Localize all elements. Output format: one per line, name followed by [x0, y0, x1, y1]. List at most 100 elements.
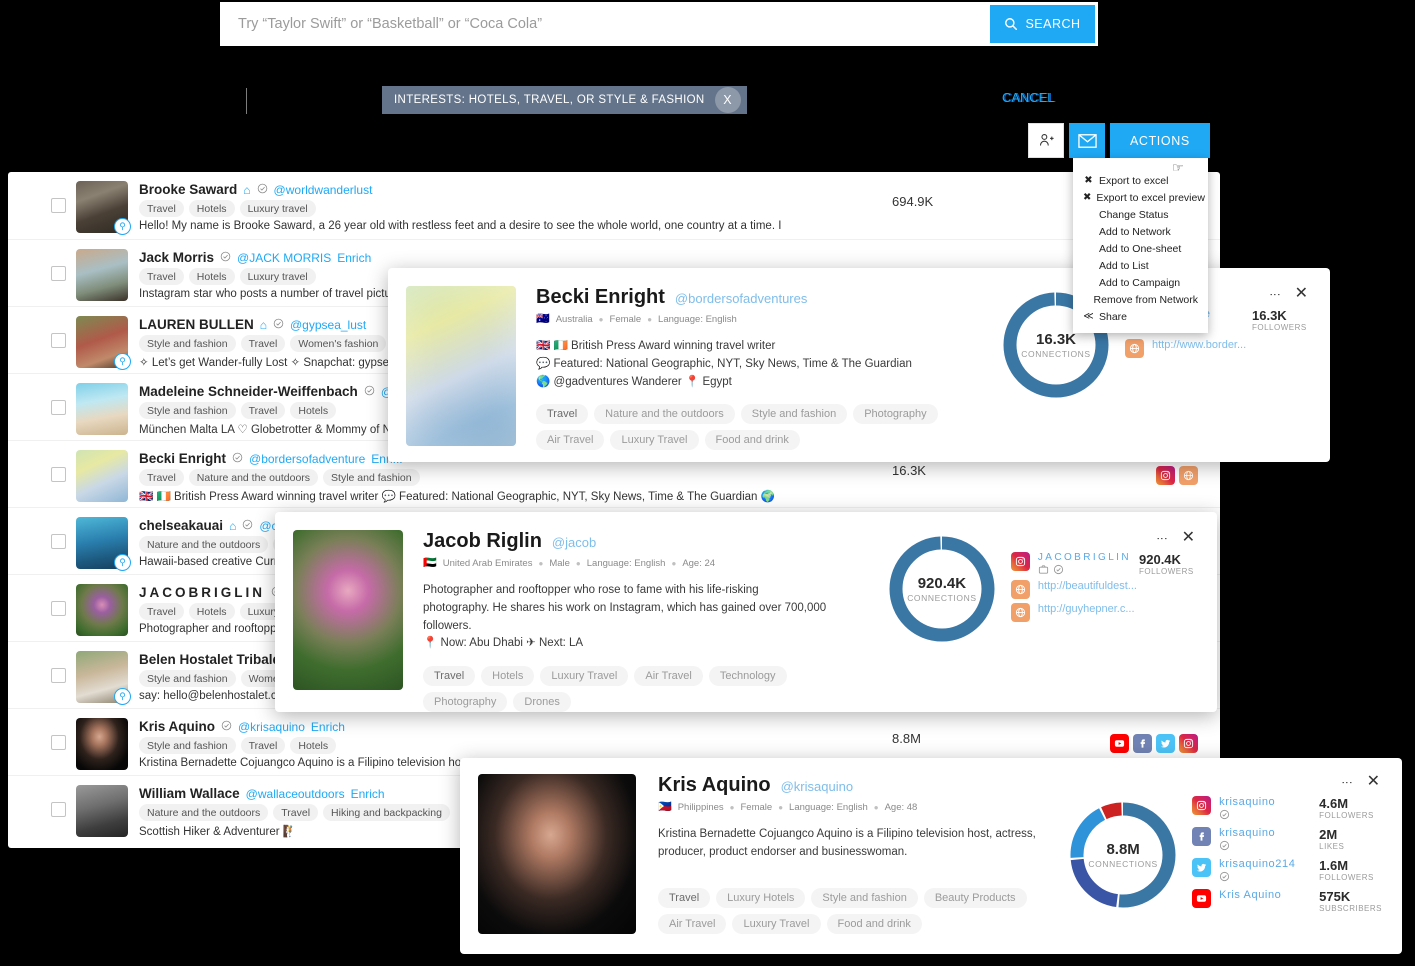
add-user-button[interactable] [1028, 123, 1064, 158]
row-name-line: Brooke Saward ⌂ @worldwanderlust [139, 182, 1220, 197]
profile-social-stats: ⋮ ✕ krisaquino 4.6M FOLLOWERS krisaquino 2M L… [1192, 774, 1382, 934]
search-button[interactable]: SEARCH [990, 5, 1095, 43]
row-handle[interactable]: @gypsea_lust [290, 318, 366, 332]
profile-handle[interactable]: @bordersofadventures [675, 291, 807, 306]
search-profile-icon[interactable]: ⚲ [114, 688, 131, 705]
profile-handle[interactable]: @jacob [552, 535, 596, 550]
interest-tag: Travel [658, 887, 711, 908]
avatar [76, 249, 128, 301]
social-username[interactable]: JACOBRIGLIN [1038, 552, 1131, 563]
youtube-icon[interactable] [1110, 734, 1129, 753]
row-checkbox[interactable] [51, 198, 66, 213]
interest-tag: Drones [513, 692, 571, 713]
close-icon[interactable]: ✕ [1367, 774, 1380, 790]
row-profile-name: Belen Hostalet Tribaldos [139, 652, 297, 667]
tag: Nature and the outdoors [139, 536, 269, 553]
menu-item-add-to-network[interactable]: Add to Network [1073, 223, 1208, 240]
instagram-icon[interactable] [1010, 552, 1030, 571]
social-metric-value: 575K [1319, 889, 1351, 904]
enrich-link[interactable]: Enrich [337, 251, 371, 265]
row-tags: Travel Hotels Luxury travel [139, 200, 1220, 217]
menu-item-remove-from-network[interactable]: Remove from Network [1073, 291, 1208, 308]
filter-chip-remove-icon[interactable]: X [714, 87, 741, 113]
profile-website-link[interactable]: http://www.border... [1152, 339, 1246, 351]
table-row[interactable]: ⚲ Brooke Saward ⌂ @worldwanderlust Travel Hot… [8, 172, 1220, 239]
menu-item-export-to-excel[interactable]: ✖ Export to excel [1073, 172, 1208, 189]
profile-social-stats: ⋮ ✕ JACOBRIGLIN 920.4K FOLLOWERS http://be… [1010, 530, 1197, 712]
close-icon[interactable]: ✕ [1295, 286, 1308, 302]
row-checkbox[interactable] [51, 400, 66, 415]
instagram-icon[interactable] [1156, 466, 1175, 485]
menu-item-add-to-one-sheet[interactable]: Add to One-sheet [1073, 240, 1208, 257]
instagram-icon[interactable] [1179, 734, 1198, 753]
meta-separator: ● [671, 559, 677, 568]
profile-handle[interactable]: @krisaquino [781, 779, 853, 794]
more-options-icon[interactable]: ⋮ [1269, 289, 1281, 300]
interest-tag: Luxury Travel [732, 913, 821, 934]
interest-tag: Air Travel [536, 430, 605, 451]
facebook-icon[interactable] [1192, 827, 1212, 846]
row-handle[interactable]: @worldwanderlust [274, 183, 373, 197]
row-checkbox[interactable] [51, 266, 66, 281]
actions-button[interactable]: ACTIONS [1110, 123, 1210, 158]
instagram-icon[interactable] [1192, 796, 1212, 815]
search-profile-icon[interactable]: ⚲ [114, 353, 131, 370]
email-button[interactable] [1069, 123, 1105, 158]
row-profile-name: William Wallace [139, 786, 240, 801]
profile-bio: Photographer and rooftopper who rose to … [423, 582, 875, 653]
twitter-icon[interactable] [1192, 858, 1212, 877]
row-checkbox[interactable] [51, 802, 66, 817]
row-handle[interactable]: @JACK MORRIS [237, 251, 331, 265]
menu-item-add-to-campaign[interactable]: Add to Campaign [1073, 274, 1208, 291]
facebook-icon[interactable] [1133, 734, 1152, 753]
menu-item-add-to-list[interactable]: Add to List [1073, 257, 1208, 274]
profile-website-link[interactable]: http://beautifuldest... [1038, 580, 1137, 592]
search-input[interactable] [220, 2, 990, 46]
tag: Style and fashion [139, 737, 236, 754]
interest-tag: Luxury Travel [540, 666, 629, 687]
tag: Hotels [188, 603, 235, 620]
tag: Nature and the outdoors [188, 469, 319, 486]
row-checkbox[interactable] [51, 735, 66, 750]
interest-tag: Food and drink [826, 913, 922, 934]
menu-item-change-status[interactable]: Change Status [1073, 206, 1208, 223]
row-handle[interactable]: @wallaceoutdoors [246, 787, 345, 801]
row-handle[interactable]: @bordersofadventure [249, 452, 365, 466]
row-checkbox[interactable] [51, 668, 66, 683]
row-profile-name: Jack Morris [139, 250, 215, 265]
avatar [76, 383, 128, 435]
web-icon[interactable] [1179, 466, 1198, 485]
twitter-icon[interactable] [1156, 734, 1175, 753]
social-metric-value: 2M [1319, 827, 1338, 842]
social-username[interactable]: krisaquino214 [1219, 858, 1311, 870]
row-checkbox[interactable] [51, 601, 66, 616]
youtube-icon[interactable] [1192, 889, 1212, 908]
menu-item-export-to-excel-preview[interactable]: ✖ Export to excel preview [1073, 189, 1208, 206]
profile-website-link[interactable]: http://guyhepner.c... [1038, 603, 1135, 615]
interest-tag: Luxury Hotels [716, 887, 806, 908]
social-username[interactable]: krisaquino [1219, 827, 1311, 839]
row-checkbox[interactable] [51, 333, 66, 348]
social-username[interactable]: Kris Aquino [1219, 889, 1311, 901]
actions-dropdown-menu: ✖ Export to excel ✖ Export to excel preview… [1073, 158, 1208, 333]
social-username[interactable]: krisaquino [1219, 796, 1311, 808]
profile-gender: Female [609, 314, 642, 325]
row-profile-name: Madeleine Schneider-Weiffenbach [139, 384, 358, 399]
interests-filter-chip[interactable]: INTERESTS: HOTELS, TRAVEL, OR STYLE & FA… [382, 86, 747, 114]
close-icon[interactable]: ✕ [1182, 530, 1195, 546]
profile-name: Jacob Riglin [423, 530, 542, 552]
avatar [76, 785, 128, 837]
more-options-icon[interactable]: ⋮ [1341, 777, 1353, 788]
row-checkbox[interactable] [51, 467, 66, 482]
tag: Style and fashion [139, 335, 236, 352]
search-profile-icon[interactable]: ⚲ [114, 218, 131, 235]
cancel-link[interactable]: CANCEL [1002, 91, 1055, 105]
interest-tag: Travel [423, 666, 476, 687]
more-options-icon[interactable]: ⋮ [1156, 533, 1168, 544]
menu-item-share[interactable]: ≪ Share [1073, 308, 1208, 325]
enrich-link[interactable]: Enrich [351, 787, 385, 801]
search-profile-icon[interactable]: ⚲ [114, 554, 131, 571]
row-checkbox[interactable] [51, 534, 66, 549]
meta-separator: ● [575, 559, 581, 568]
profile-language: Language: English [658, 314, 737, 325]
